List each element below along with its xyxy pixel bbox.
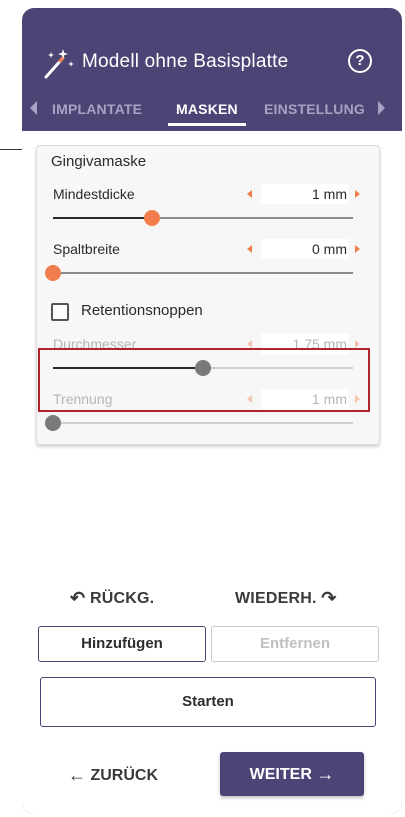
back-label: ZURÜCK: [90, 767, 158, 784]
slider-thumb: [45, 415, 61, 431]
wizard-panel: Modell ohne Basisplatte ? IMPLANTATE MAS…: [22, 8, 402, 814]
magic-wand-icon: [44, 49, 74, 79]
undo-redo-row: ↶ RÜCKG. WIEDERH. ↷: [22, 586, 402, 610]
active-tab-indicator: [168, 123, 246, 126]
next-button[interactable]: WEITER →: [220, 752, 364, 796]
redo-icon: ↷: [321, 588, 337, 608]
undo-button[interactable]: ↶ RÜCKG.: [70, 586, 154, 611]
value-field[interactable]: 0 mm: [261, 239, 349, 259]
chevron-right-icon[interactable]: [378, 101, 385, 115]
card-title: Gingivamaske: [51, 153, 147, 170]
slider-track[interactable]: [53, 210, 353, 226]
undo-icon: ↶: [70, 588, 86, 608]
redo-button[interactable]: WIEDERH. ↷: [235, 586, 337, 611]
increment-icon[interactable]: [355, 245, 360, 253]
undo-label: RÜCKG.: [89, 590, 155, 607]
slider-track: [45, 415, 353, 431]
panel-content: Gingivamaske Mindestdicke 1 mm Spaltbrei…: [22, 131, 402, 814]
slider-fill: [53, 217, 152, 219]
slider-track[interactable]: [45, 265, 353, 281]
help-icon[interactable]: ?: [348, 49, 372, 73]
checkbox-label: Retentionsnoppen: [81, 302, 203, 319]
increment-icon: [355, 340, 360, 348]
slider-thumb[interactable]: [45, 265, 61, 281]
arrow-right-icon: →: [316, 764, 335, 784]
redo-label: WIEDERH.: [235, 590, 317, 607]
start-button[interactable]: Starten: [40, 677, 376, 727]
next-label: WEITER: [249, 766, 312, 783]
tab-implantate[interactable]: IMPLANTATE: [52, 100, 142, 118]
tab-bar: IMPLANTATE MASKEN EINSTELLUNG: [22, 96, 402, 128]
decrement-icon[interactable]: [247, 190, 252, 198]
panel-title: Modell ohne Basisplatte: [82, 51, 289, 72]
value-field[interactable]: 1 mm: [261, 184, 349, 204]
value-stepper: 0 mm: [247, 239, 367, 261]
param-spaltbreite: Spaltbreite 0 mm: [37, 237, 381, 297]
decrement-icon[interactable]: [247, 245, 252, 253]
panel-header: Modell ohne Basisplatte ? IMPLANTATE MAS…: [22, 8, 402, 126]
arrow-left-icon: ←: [68, 765, 86, 785]
value-stepper: 1 mm: [247, 184, 367, 206]
increment-icon[interactable]: [355, 190, 360, 198]
tab-einstellung[interactable]: EINSTELLUNG: [264, 100, 365, 118]
chevron-left-icon[interactable]: [30, 101, 37, 115]
slider-thumb[interactable]: [144, 210, 160, 226]
param-label: Mindestdicke: [53, 186, 135, 202]
back-button[interactable]: ← ZURÜCK: [68, 763, 158, 788]
annotation-highlight-box: [38, 348, 370, 412]
retention-checkbox[interactable]: [51, 303, 69, 321]
retention-checkbox-row[interactable]: Retentionsnoppen: [51, 301, 351, 323]
param-mindestdicke: Mindestdicke 1 mm: [37, 182, 381, 242]
tab-masken[interactable]: MASKEN: [176, 100, 238, 118]
remove-button: Entfernen: [211, 626, 379, 662]
decrement-icon: [247, 340, 252, 348]
add-button[interactable]: Hinzufügen: [38, 626, 206, 662]
param-label: Spaltbreite: [53, 241, 120, 257]
